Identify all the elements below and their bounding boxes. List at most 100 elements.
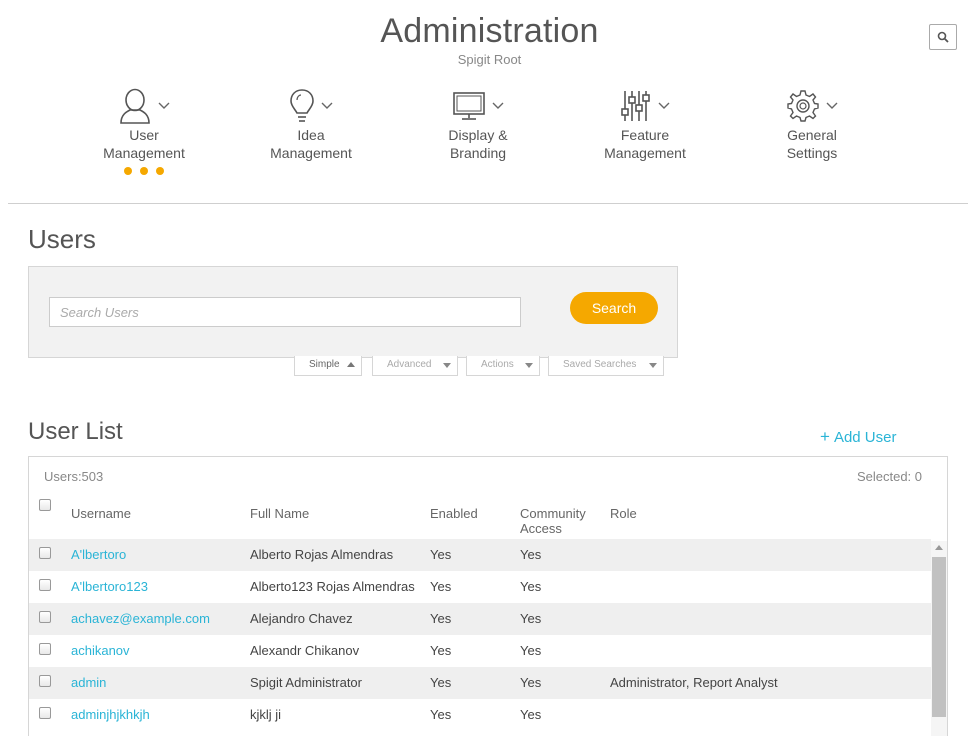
table-row[interactable]: A'lbertoro123 Alberto123 Rojas Almendras… xyxy=(29,571,931,603)
admin-nav: User Management Idea Management Display & xyxy=(0,86,979,186)
tab-label: Advanced xyxy=(387,359,432,370)
community-cell: Yes xyxy=(520,643,542,658)
caret-down-icon xyxy=(443,363,451,368)
monitor-icon xyxy=(453,92,485,120)
enabled-cell: Yes xyxy=(430,643,452,658)
enabled-cell: Yes xyxy=(430,579,452,594)
nav-idea-management[interactable]: Idea Management xyxy=(231,86,391,162)
page-subtitle: Spigit Root xyxy=(457,52,522,67)
full-name-cell: Alejandro Chavez xyxy=(250,611,353,626)
nav-label-line1: Idea xyxy=(297,127,325,143)
nav-feature-management[interactable]: Feature Management xyxy=(565,86,725,162)
table-row[interactable]: adminjhjkhkjh kjklj ji Yes Yes xyxy=(29,699,931,731)
chevron-down-icon xyxy=(826,102,838,109)
nav-label-line1: User xyxy=(129,127,159,143)
nav-label-line2: Management xyxy=(103,145,185,161)
col-community-access-line2: Access xyxy=(520,521,562,536)
tab-label: Simple xyxy=(309,359,340,370)
username-link[interactable]: achikanov xyxy=(71,635,130,667)
full-name-cell: Alexandr Chikanov xyxy=(250,643,360,658)
community-cell: Yes xyxy=(520,547,542,562)
username-link[interactable]: A'lbertoro xyxy=(71,539,126,571)
tab-advanced[interactable]: Advanced xyxy=(372,356,458,376)
nav-label-line1: General xyxy=(787,127,837,143)
row-checkbox[interactable] xyxy=(39,547,51,559)
enabled-cell: Yes xyxy=(430,547,452,562)
users-count: Users:503 xyxy=(44,469,104,484)
caret-down-icon xyxy=(525,363,533,368)
search-button[interactable]: Search xyxy=(570,292,658,324)
col-enabled[interactable]: Enabled xyxy=(430,506,478,521)
nav-general-settings[interactable]: General Settings xyxy=(732,86,892,162)
community-cell: Yes xyxy=(520,675,542,690)
tab-saved-searches[interactable]: Saved Searches xyxy=(548,356,664,376)
tab-label: Saved Searches xyxy=(563,359,637,370)
table-row[interactable]: achavez@example.com Alejandro Chavez Yes… xyxy=(29,603,931,635)
col-community-access[interactable]: Community Access xyxy=(520,506,586,536)
row-checkbox[interactable] xyxy=(39,579,51,591)
row-checkbox[interactable] xyxy=(39,643,51,655)
row-checkbox[interactable] xyxy=(39,611,51,623)
table-row[interactable]: achikanov Alexandr Chikanov Yes Yes xyxy=(29,635,931,667)
table-row[interactable]: A'lbertoro Alberto Rojas Almendras Yes Y… xyxy=(29,539,931,571)
nav-label-line2: Management xyxy=(604,145,686,161)
nav-user-management[interactable]: User Management xyxy=(64,86,224,175)
col-role[interactable]: Role xyxy=(610,506,637,521)
community-cell: Yes xyxy=(520,707,542,722)
select-all-checkbox[interactable] xyxy=(39,499,51,511)
nav-label-line2: Branding xyxy=(449,145,507,161)
col-community-access-line1: Community xyxy=(520,506,586,521)
enabled-cell: Yes xyxy=(430,675,452,690)
enabled-cell: Yes xyxy=(430,611,452,626)
full-name-cell: Alberto123 Rojas Almendras xyxy=(250,579,415,594)
search-users-input[interactable] xyxy=(49,297,521,327)
username-link[interactable]: admin xyxy=(71,667,106,699)
table-row[interactable]: admin Spigit Administrator Yes Yes Admin… xyxy=(29,667,931,699)
user-list-panel: Users:503 Selected: 0 Username Full Name… xyxy=(28,456,948,736)
user-icon xyxy=(120,88,150,124)
table-header: Username Full Name Enabled Community Acc… xyxy=(29,497,947,539)
nav-label-line1: Feature xyxy=(620,127,670,143)
active-indicator xyxy=(64,167,224,175)
chevron-down-icon xyxy=(321,102,333,109)
users-section-title: Users xyxy=(28,224,96,254)
col-username[interactable]: Username xyxy=(71,506,131,521)
nav-label-line2: Management xyxy=(270,145,352,161)
community-cell: Yes xyxy=(520,579,542,594)
header-divider xyxy=(8,203,968,204)
chevron-down-icon xyxy=(658,102,670,109)
page-title: Administration xyxy=(380,12,599,50)
community-cell: Yes xyxy=(520,611,542,626)
user-search-panel: Search xyxy=(28,266,678,358)
table-scrollbar[interactable] xyxy=(931,541,947,736)
row-checkbox[interactable] xyxy=(39,675,51,687)
gear-icon xyxy=(787,90,819,122)
enabled-cell: Yes xyxy=(430,707,452,722)
tab-label: Actions xyxy=(481,359,514,370)
row-checkbox[interactable] xyxy=(39,707,51,719)
col-full-name[interactable]: Full Name xyxy=(250,506,309,521)
username-link[interactable]: A'lbertoro123 xyxy=(71,571,148,603)
caret-up-icon xyxy=(347,362,355,367)
sliders-icon xyxy=(621,91,650,121)
username-link[interactable]: achavez@example.com xyxy=(71,603,210,635)
plus-icon: + xyxy=(820,427,830,446)
user-list-title: User List xyxy=(28,418,123,445)
full-name-cell: Alberto Rojas Almendras xyxy=(250,547,394,562)
role-cell: Administrator, Report Analyst xyxy=(610,675,778,690)
nav-display-branding[interactable]: Display & Branding xyxy=(398,86,558,162)
nav-label-line2: Settings xyxy=(786,145,838,161)
add-user-button[interactable]: + Add User xyxy=(820,427,896,447)
scrollbar-thumb[interactable] xyxy=(932,557,946,717)
scroll-up-icon[interactable] xyxy=(935,545,943,550)
username-link[interactable]: adminjhjkhkjh xyxy=(71,699,150,731)
caret-down-icon xyxy=(649,363,657,368)
tab-actions[interactable]: Actions xyxy=(466,356,540,376)
chevron-down-icon xyxy=(158,102,170,109)
nav-label-line1: Display & xyxy=(448,127,508,143)
tab-simple[interactable]: Simple xyxy=(294,356,362,376)
global-search-button[interactable] xyxy=(929,24,957,50)
full-name-cell: Spigit Administrator xyxy=(250,675,362,690)
selected-count: Selected: 0 xyxy=(856,469,922,484)
search-icon xyxy=(937,31,949,43)
